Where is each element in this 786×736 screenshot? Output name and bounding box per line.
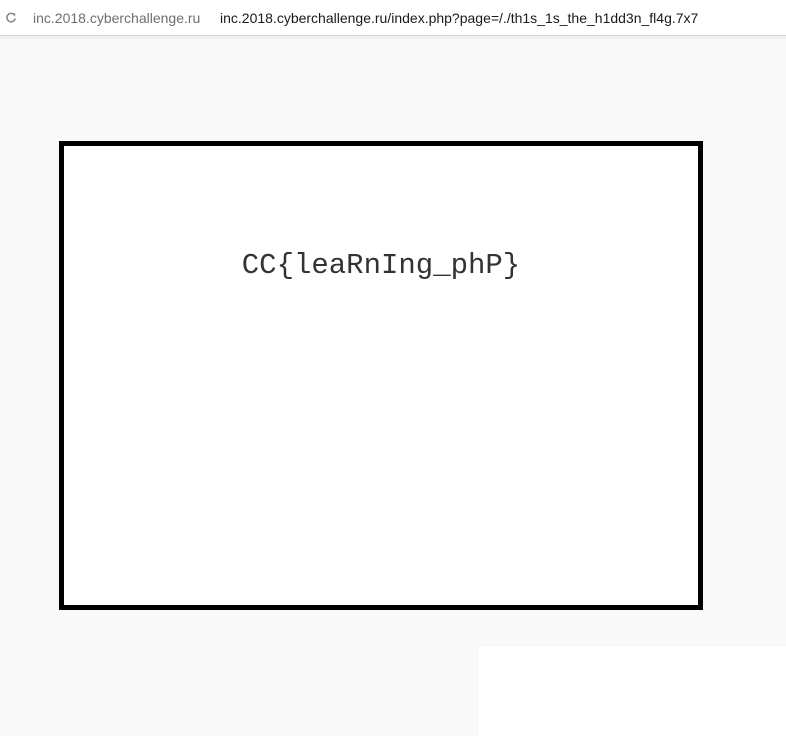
address-bar: inc.2018.cyberchallenge.ru inc.2018.cybe…	[0, 0, 786, 39]
site-domain: inc.2018.cyberchallenge.ru	[33, 10, 201, 26]
blank-region	[479, 647, 786, 736]
url-field[interactable]: inc.2018.cyberchallenge.ru/index.php?pag…	[220, 10, 698, 26]
flag-box: CC{leaRnIng_phP}	[59, 141, 703, 610]
reload-icon[interactable]	[5, 12, 17, 24]
flag-text: CC{leaRnIng_phP}	[241, 249, 521, 282]
